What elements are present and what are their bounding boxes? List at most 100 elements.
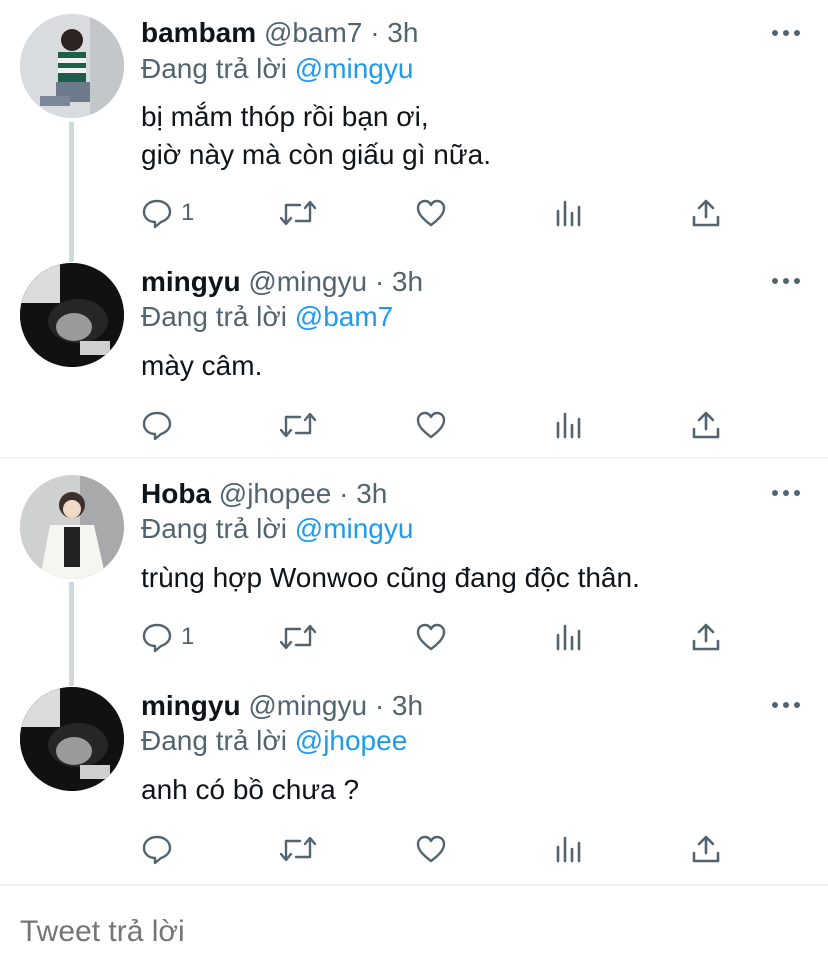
- tweet[interactable]: bambam @bam7 · 3h Đang trả lời @mingyu b…: [0, 0, 828, 240]
- reply-count: 1: [181, 199, 195, 226]
- like-button[interactable]: [415, 832, 447, 866]
- share-button[interactable]: [690, 408, 722, 442]
- share-icon: [692, 411, 720, 439]
- like-icon: [416, 623, 446, 651]
- like-button[interactable]: [415, 408, 447, 442]
- tweet-header: mingyu @mingyu · 3h: [141, 689, 423, 723]
- divider: [0, 457, 828, 459]
- avatar[interactable]: [20, 687, 124, 791]
- tweet[interactable]: mingyu @mingyu · 3h Đang trả lời @bam7 m…: [0, 250, 828, 456]
- display-name[interactable]: Hoba: [141, 478, 211, 509]
- avatar-image: [20, 475, 124, 579]
- tweet-text: anh có bồ chưa ?: [141, 774, 360, 805]
- share-icon: [692, 835, 720, 863]
- reply-context: Đang trả lời @bam7: [141, 300, 393, 334]
- retweet-icon: [279, 412, 317, 438]
- reply-count: 1: [181, 623, 195, 650]
- tweet-header: Hoba @jhopee · 3h: [141, 477, 387, 511]
- tweet-text: bị mắm thóp rồi bạn ơi, giờ này mà còn g…: [141, 101, 491, 170]
- timestamp[interactable]: 3h: [392, 266, 423, 297]
- share-button[interactable]: [690, 832, 722, 866]
- mention-link[interactable]: @mingyu: [295, 53, 414, 84]
- views-button[interactable]: [553, 620, 585, 654]
- like-button[interactable]: [415, 196, 447, 230]
- retweet-button[interactable]: [278, 408, 318, 442]
- tweet[interactable]: Hoba @jhopee · 3h Đang trả lời @mingyu t…: [0, 462, 828, 672]
- tweet-header: mingyu @mingyu · 3h: [141, 265, 423, 299]
- share-icon: [692, 623, 720, 651]
- more-icon[interactable]: [772, 278, 800, 286]
- reply-composer: [0, 884, 828, 973]
- retweet-button[interactable]: [278, 196, 318, 230]
- like-icon: [416, 835, 446, 863]
- tweet-actions: [141, 832, 741, 866]
- reply-icon: [142, 623, 172, 653]
- reply-button[interactable]: [141, 832, 181, 866]
- reply-context: Đang trả lời @jhopee: [141, 724, 407, 758]
- timestamp[interactable]: 3h: [356, 478, 387, 509]
- retweet-button[interactable]: [278, 832, 318, 866]
- user-handle[interactable]: @bam7: [264, 17, 362, 48]
- reply-context: Đang trả lời @mingyu: [141, 52, 413, 86]
- mention-link[interactable]: @bam7: [295, 301, 393, 332]
- display-name[interactable]: bambam: [141, 17, 256, 48]
- reply-input[interactable]: [18, 914, 802, 950]
- reply-prefix: Đang trả lời: [141, 301, 287, 332]
- retweet-icon: [279, 200, 317, 226]
- reply-prefix: Đang trả lời: [141, 513, 287, 544]
- views-icon: [556, 412, 581, 439]
- separator-dot: ·: [370, 17, 380, 48]
- user-handle[interactable]: @jhopee: [219, 478, 332, 509]
- avatar[interactable]: [20, 14, 124, 118]
- avatar-image: [20, 263, 124, 367]
- separator-dot: ·: [374, 690, 385, 721]
- avatar-image: [20, 687, 124, 791]
- tweet-text: trùng hợp Wonwoo cũng đang độc thân.: [141, 562, 640, 593]
- reply-button[interactable]: 1: [141, 620, 194, 654]
- views-button[interactable]: [553, 832, 585, 866]
- like-button[interactable]: [415, 620, 447, 654]
- reply-icon: [142, 199, 172, 229]
- views-button[interactable]: [553, 408, 585, 442]
- tweet-header: bambam @bam7 · 3h: [141, 16, 418, 50]
- mention-link[interactable]: @mingyu: [295, 513, 414, 544]
- reply-prefix: Đang trả lời: [141, 725, 287, 756]
- reply-icon: [142, 411, 172, 441]
- share-icon: [692, 199, 720, 227]
- user-handle[interactable]: @mingyu: [248, 266, 367, 297]
- reply-icon: [142, 835, 172, 865]
- views-icon: [556, 836, 581, 863]
- reply-button[interactable]: 1: [141, 196, 194, 230]
- tweet-actions: 1: [141, 196, 741, 230]
- tweet[interactable]: mingyu @mingyu · 3h Đang trả lời @jhopee…: [0, 674, 828, 880]
- tweet-actions: [141, 408, 741, 442]
- display-name[interactable]: mingyu: [141, 266, 241, 297]
- more-icon[interactable]: [772, 30, 800, 38]
- separator-dot: ·: [374, 266, 385, 297]
- user-handle[interactable]: @mingyu: [248, 690, 367, 721]
- reply-button[interactable]: [141, 408, 181, 442]
- timestamp[interactable]: 3h: [387, 17, 418, 48]
- mention-link[interactable]: @jhopee: [295, 725, 408, 756]
- like-icon: [416, 411, 446, 439]
- avatar[interactable]: [20, 475, 124, 579]
- timestamp[interactable]: 3h: [392, 690, 423, 721]
- separator-dot: ·: [339, 478, 349, 509]
- share-button[interactable]: [690, 620, 722, 654]
- like-icon: [416, 199, 446, 227]
- reply-prefix: Đang trả lời: [141, 53, 287, 84]
- tweet-text: mày câm.: [141, 350, 263, 381]
- more-icon[interactable]: [772, 490, 800, 498]
- more-icon[interactable]: [772, 702, 800, 710]
- retweet-icon: [279, 624, 317, 650]
- avatar-image: [20, 14, 124, 118]
- retweet-icon: [279, 836, 317, 862]
- avatar[interactable]: [20, 263, 124, 367]
- tweet-actions: 1: [141, 620, 741, 654]
- reply-context: Đang trả lời @mingyu: [141, 512, 413, 546]
- views-icon: [556, 200, 581, 227]
- retweet-button[interactable]: [278, 620, 318, 654]
- display-name[interactable]: mingyu: [141, 690, 241, 721]
- views-button[interactable]: [553, 196, 585, 230]
- share-button[interactable]: [690, 196, 722, 230]
